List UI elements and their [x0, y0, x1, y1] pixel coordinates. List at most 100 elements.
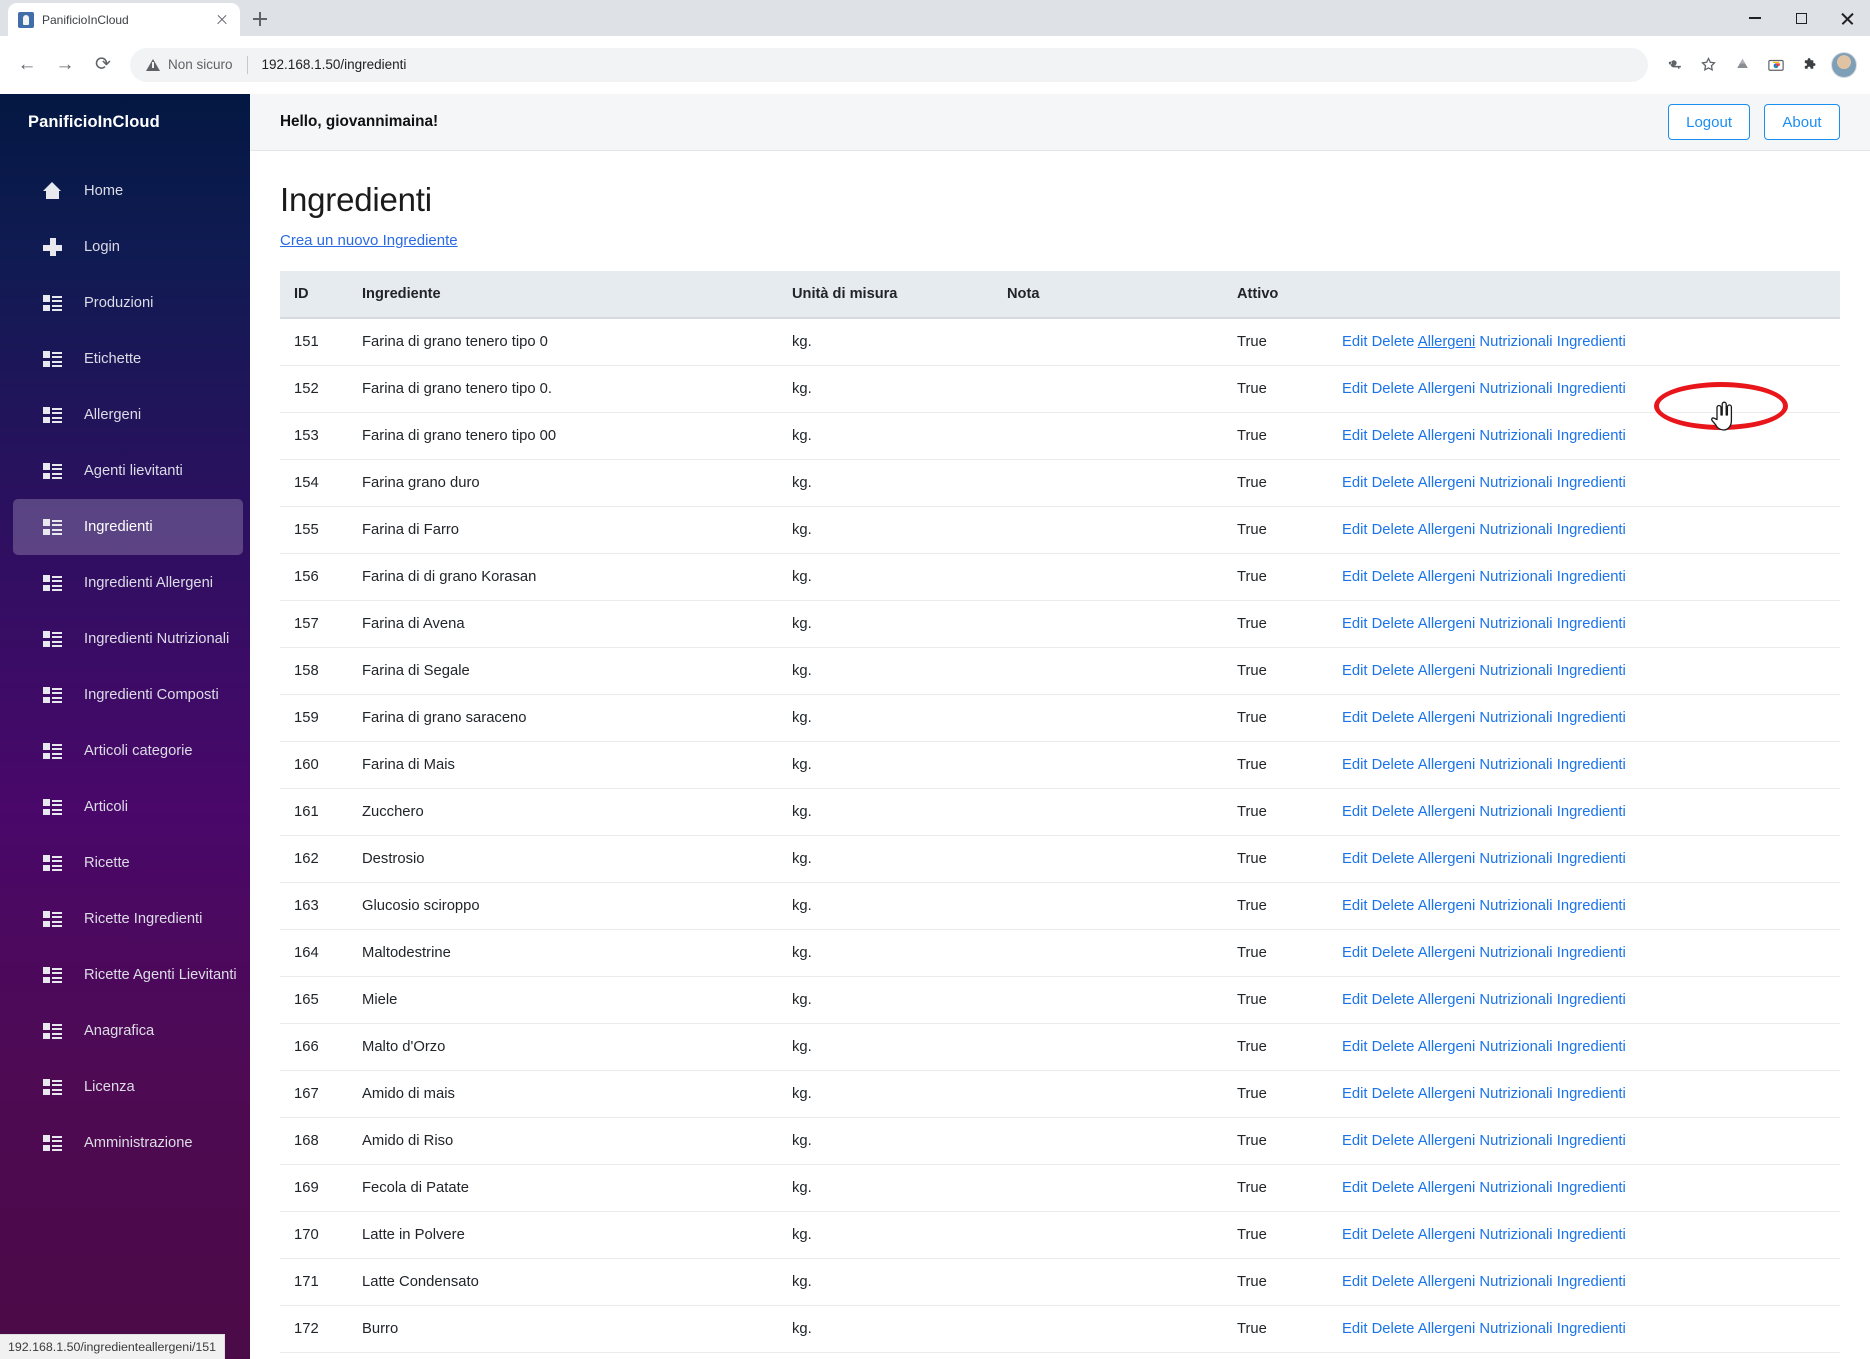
row-action-nutrizionali-link[interactable]: Nutrizionali [1479, 569, 1552, 585]
row-action-edit-link[interactable]: Edit [1342, 381, 1368, 397]
row-action-allergeni-link[interactable]: Allergeni [1418, 898, 1476, 914]
row-action-delete-link[interactable]: Delete [1372, 663, 1415, 679]
row-action-delete-link[interactable]: Delete [1372, 992, 1415, 1008]
row-action-delete-link[interactable]: Delete [1372, 804, 1415, 820]
row-action-ingredienti-link[interactable]: Ingredienti [1557, 381, 1626, 397]
row-action-allergeni-link[interactable]: Allergeni [1418, 1086, 1476, 1102]
sidebar-item-allergeni[interactable]: Allergeni [13, 387, 243, 443]
row-action-edit-link[interactable]: Edit [1342, 992, 1368, 1008]
row-action-edit-link[interactable]: Edit [1342, 663, 1368, 679]
row-action-edit-link[interactable]: Edit [1342, 475, 1368, 491]
minimize-icon[interactable] [1732, 0, 1778, 36]
row-action-delete-link[interactable]: Delete [1372, 381, 1415, 397]
row-action-ingredienti-link[interactable]: Ingredienti [1557, 522, 1626, 538]
row-action-ingredienti-link[interactable]: Ingredienti [1557, 710, 1626, 726]
row-action-nutrizionali-link[interactable]: Nutrizionali [1479, 804, 1552, 820]
row-action-delete-link[interactable]: Delete [1372, 1227, 1415, 1243]
row-action-ingredienti-link[interactable]: Ingredienti [1557, 1274, 1626, 1290]
row-action-nutrizionali-link[interactable]: Nutrizionali [1479, 851, 1552, 867]
row-action-delete-link[interactable]: Delete [1372, 1039, 1415, 1055]
row-action-ingredienti-link[interactable]: Ingredienti [1557, 1227, 1626, 1243]
row-action-allergeni-link[interactable]: Allergeni [1418, 381, 1476, 397]
sidebar-item-amministrazione[interactable]: Amministrazione [13, 1115, 243, 1171]
sidebar-item-ricette-agenti-lievitanti[interactable]: Ricette Agenti Lievitanti [13, 947, 243, 1003]
row-action-nutrizionali-link[interactable]: Nutrizionali [1479, 663, 1552, 679]
row-action-delete-link[interactable]: Delete [1372, 757, 1415, 773]
row-action-nutrizionali-link[interactable]: Nutrizionali [1479, 428, 1552, 444]
row-action-nutrizionali-link[interactable]: Nutrizionali [1479, 992, 1552, 1008]
create-ingredient-link[interactable]: Crea un nuovo Ingrediente [280, 232, 458, 249]
row-action-edit-link[interactable]: Edit [1342, 1227, 1368, 1243]
row-action-nutrizionali-link[interactable]: Nutrizionali [1479, 898, 1552, 914]
row-action-ingredienti-link[interactable]: Ingredienti [1557, 334, 1626, 350]
row-action-ingredienti-link[interactable]: Ingredienti [1557, 475, 1626, 491]
row-action-edit-link[interactable]: Edit [1342, 804, 1368, 820]
row-action-edit-link[interactable]: Edit [1342, 1321, 1368, 1337]
sidebar-item-login[interactable]: Login [13, 219, 243, 275]
row-action-allergeni-link[interactable]: Allergeni [1418, 1133, 1476, 1149]
row-action-ingredienti-link[interactable]: Ingredienti [1557, 945, 1626, 961]
row-action-nutrizionali-link[interactable]: Nutrizionali [1479, 334, 1552, 350]
row-action-ingredienti-link[interactable]: Ingredienti [1557, 1321, 1626, 1337]
row-action-allergeni-link[interactable]: Allergeni [1418, 1180, 1476, 1196]
row-action-delete-link[interactable]: Delete [1372, 1321, 1415, 1337]
row-action-delete-link[interactable]: Delete [1372, 1086, 1415, 1102]
row-action-edit-link[interactable]: Edit [1342, 1133, 1368, 1149]
row-action-ingredienti-link[interactable]: Ingredienti [1557, 1180, 1626, 1196]
row-action-nutrizionali-link[interactable]: Nutrizionali [1479, 475, 1552, 491]
sidebar-item-home[interactable]: Home [13, 163, 243, 219]
row-action-allergeni-link[interactable]: Allergeni [1418, 1274, 1476, 1290]
sidebar-item-ingredienti-composti[interactable]: Ingredienti Composti [13, 667, 243, 723]
row-action-nutrizionali-link[interactable]: Nutrizionali [1479, 1321, 1552, 1337]
row-action-ingredienti-link[interactable]: Ingredienti [1557, 757, 1626, 773]
row-action-allergeni-link[interactable]: Allergeni [1418, 710, 1476, 726]
webstore-icon[interactable] [1760, 49, 1792, 81]
row-action-allergeni-link[interactable]: Allergeni [1418, 992, 1476, 1008]
row-action-nutrizionali-link[interactable]: Nutrizionali [1479, 616, 1552, 632]
key-icon[interactable] [1658, 49, 1690, 81]
row-action-delete-link[interactable]: Delete [1372, 569, 1415, 585]
row-action-nutrizionali-link[interactable]: Nutrizionali [1479, 381, 1552, 397]
row-action-edit-link[interactable]: Edit [1342, 522, 1368, 538]
row-action-delete-link[interactable]: Delete [1372, 945, 1415, 961]
sidebar-item-etichette[interactable]: Etichette [13, 331, 243, 387]
about-button[interactable]: About [1764, 104, 1840, 140]
row-action-edit-link[interactable]: Edit [1342, 1180, 1368, 1196]
row-action-ingredienti-link[interactable]: Ingredienti [1557, 663, 1626, 679]
row-action-edit-link[interactable]: Edit [1342, 1086, 1368, 1102]
sidebar-item-articoli[interactable]: Articoli [13, 779, 243, 835]
row-action-delete-link[interactable]: Delete [1372, 428, 1415, 444]
drive-icon[interactable] [1726, 49, 1758, 81]
row-action-ingredienti-link[interactable]: Ingredienti [1557, 428, 1626, 444]
row-action-nutrizionali-link[interactable]: Nutrizionali [1479, 522, 1552, 538]
row-action-allergeni-link[interactable]: Allergeni [1418, 663, 1476, 679]
row-action-allergeni-link[interactable]: Allergeni [1418, 428, 1476, 444]
row-action-ingredienti-link[interactable]: Ingredienti [1557, 898, 1626, 914]
sidebar-item-ingredienti[interactable]: Ingredienti [13, 499, 243, 555]
row-action-allergeni-link[interactable]: Allergeni [1418, 616, 1476, 632]
row-action-delete-link[interactable]: Delete [1372, 851, 1415, 867]
row-action-delete-link[interactable]: Delete [1372, 1274, 1415, 1290]
row-action-nutrizionali-link[interactable]: Nutrizionali [1479, 1039, 1552, 1055]
extensions-puzzle-icon[interactable] [1794, 49, 1826, 81]
row-action-ingredienti-link[interactable]: Ingredienti [1557, 851, 1626, 867]
row-action-allergeni-link[interactable]: Allergeni [1418, 804, 1476, 820]
row-action-nutrizionali-link[interactable]: Nutrizionali [1479, 1086, 1552, 1102]
plus-icon[interactable] [246, 5, 274, 33]
row-action-edit-link[interactable]: Edit [1342, 616, 1368, 632]
reload-icon[interactable]: ⟳ [86, 48, 120, 82]
row-action-edit-link[interactable]: Edit [1342, 1039, 1368, 1055]
brand-logo[interactable]: PanificioInCloud [0, 94, 250, 151]
row-action-delete-link[interactable]: Delete [1372, 334, 1415, 350]
sidebar-item-ingredienti-nutrizionali[interactable]: Ingredienti Nutrizionali [13, 611, 243, 667]
arrow-right-icon[interactable]: → [48, 48, 82, 82]
row-action-allergeni-link[interactable]: Allergeni [1418, 1321, 1476, 1337]
browser-tab[interactable]: PanificioInCloud [8, 3, 240, 36]
row-action-delete-link[interactable]: Delete [1372, 710, 1415, 726]
row-action-allergeni-link[interactable]: Allergeni [1418, 1039, 1476, 1055]
row-action-nutrizionali-link[interactable]: Nutrizionali [1479, 757, 1552, 773]
row-action-allergeni-link[interactable]: Allergeni [1418, 1227, 1476, 1243]
sidebar-item-anagrafica[interactable]: Anagrafica [13, 1003, 243, 1059]
row-action-edit-link[interactable]: Edit [1342, 851, 1368, 867]
row-action-allergeni-link[interactable]: Allergeni [1418, 334, 1476, 350]
